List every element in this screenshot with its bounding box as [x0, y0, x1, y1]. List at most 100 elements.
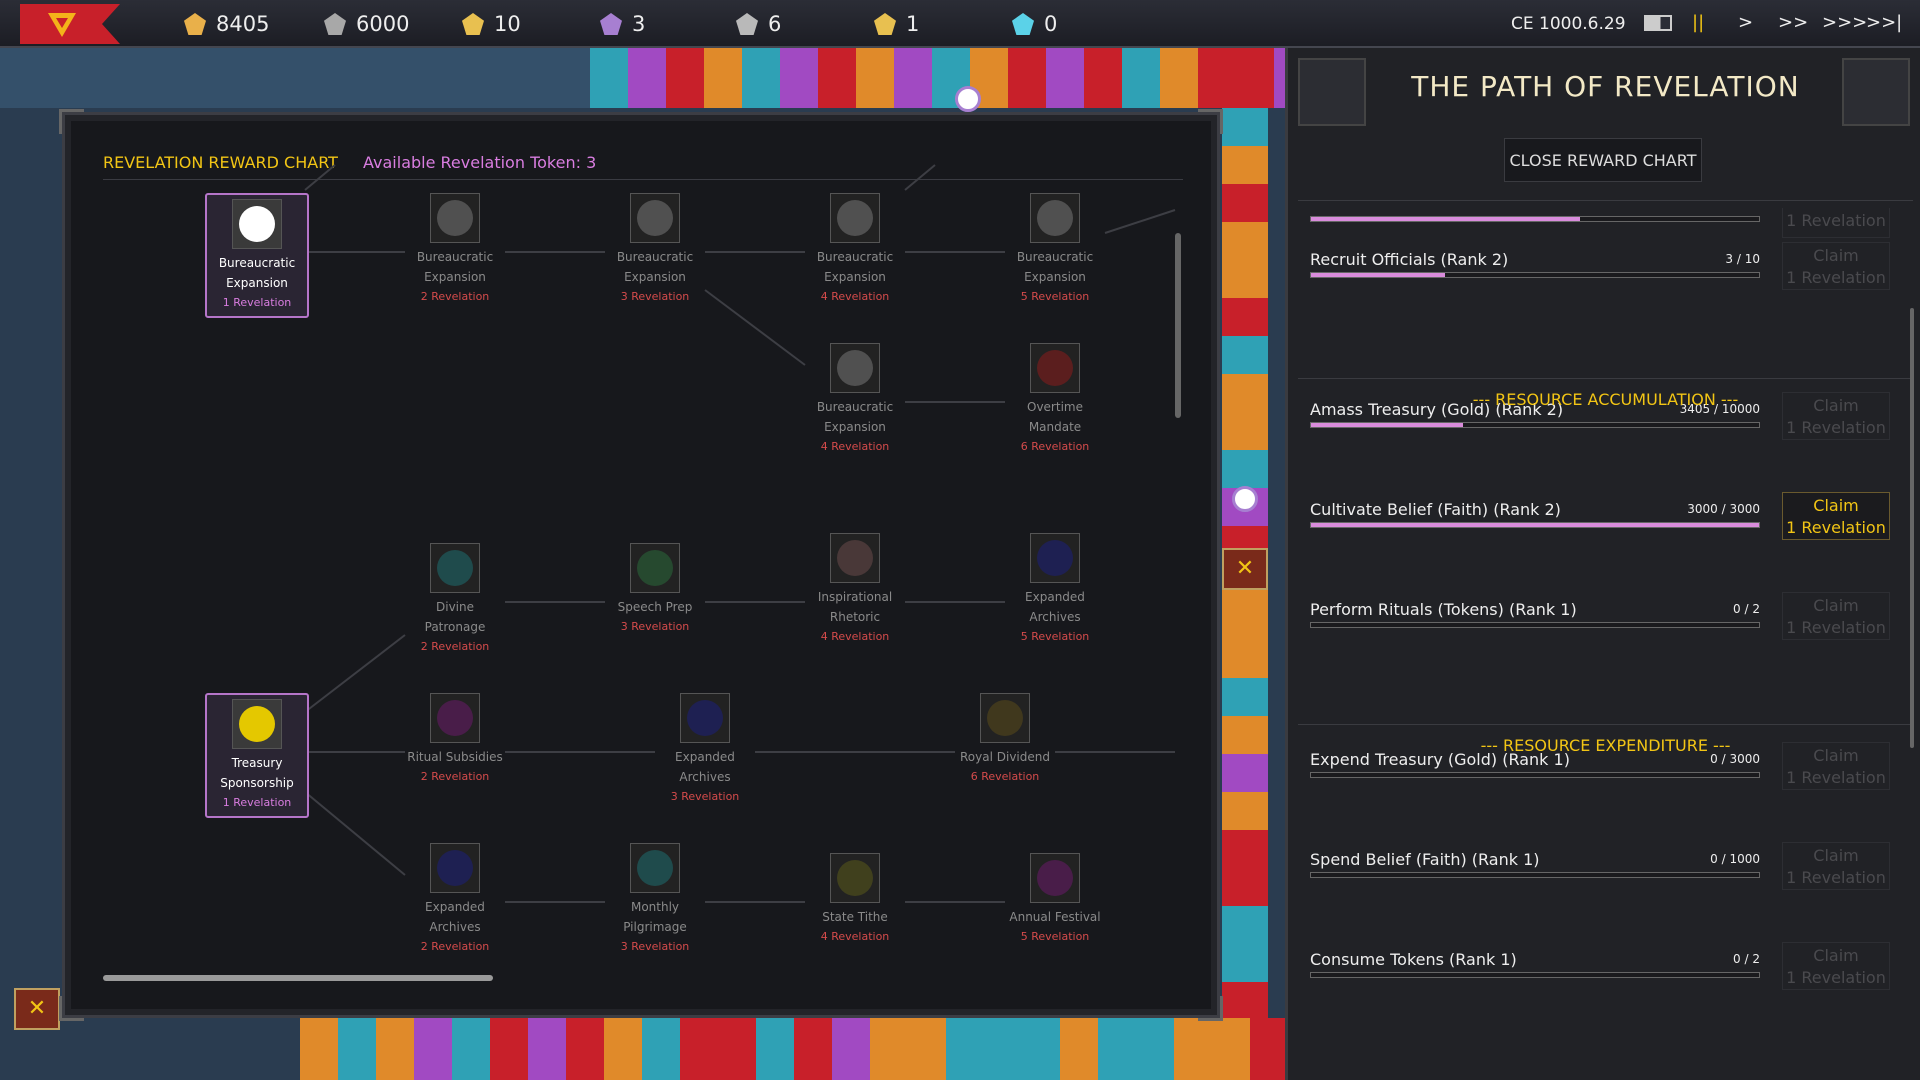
map-tile [742, 48, 780, 108]
vertical-scrollbar[interactable] [1175, 233, 1181, 418]
progress-bar [1310, 216, 1760, 222]
claim-button[interactable]: Claim 1 Revelation [1782, 242, 1890, 290]
reward-node-name: Bureaucratic Expansion [816, 400, 894, 434]
reward-node-name: Bureaucratic Expansion [218, 256, 296, 290]
map-tile [1222, 184, 1268, 222]
claim-button[interactable]: 1 Revelation [1782, 208, 1890, 238]
map-tile [1222, 336, 1268, 374]
gold-value: 8405 [216, 12, 270, 36]
reward-node[interactable]: Treasury Sponsorship 1 Revelation [205, 693, 309, 818]
map-tile [1222, 792, 1268, 830]
reward-node[interactable]: Bureaucratic Expansion 5 Revelation [1005, 193, 1105, 307]
reward-node-icon [830, 853, 880, 903]
reward-node[interactable]: Inspirational Rhetoric 4 Revelation [805, 533, 905, 647]
map-tile [1160, 48, 1198, 108]
map-tile [528, 1018, 566, 1080]
reward-node[interactable]: Annual Festival 5 Revelation [1005, 853, 1105, 947]
resource-diamond-wing: 0 [1012, 10, 1057, 38]
horizontal-scrollbar[interactable] [103, 975, 493, 981]
reward-node[interactable]: Expanded Archives 5 Revelation [1005, 533, 1105, 647]
speed-toggle-icon[interactable] [1644, 15, 1672, 31]
reward-node[interactable]: Bureaucratic Expansion 3 Revelation [605, 193, 705, 307]
claim-reward: 1 Revelation [1786, 268, 1886, 287]
pause-button[interactable]: || [1692, 12, 1704, 33]
reward-node-name: Bureaucratic Expansion [616, 250, 694, 284]
reward-node[interactable]: Bureaucratic Expansion 4 Revelation [805, 343, 905, 457]
reward-node-cost: 4 Revelation [820, 440, 890, 453]
reward-node-icon [1030, 533, 1080, 583]
reward-node[interactable]: Expanded Archives 2 Revelation [405, 843, 505, 957]
reward-node[interactable]: Bureaucratic Expansion 4 Revelation [805, 193, 905, 307]
reward-node-name: Annual Festival [1009, 910, 1101, 924]
close-reward-chart-button[interactable]: CLOSE REWARD CHART [1504, 138, 1702, 182]
map-tile [1236, 48, 1274, 108]
reward-node[interactable]: Speech Prep 3 Revelation [605, 543, 705, 637]
reward-node-icon [680, 693, 730, 743]
reward-node-cost: 2 Revelation [420, 290, 490, 303]
task-name: Perform Rituals (Tokens) (Rank 1) [1310, 600, 1577, 619]
progress-bar [1310, 422, 1760, 428]
reward-node[interactable]: Bureaucratic Expansion 1 Revelation [205, 193, 309, 318]
reward-node[interactable]: Royal Dividend 6 Revelation [955, 693, 1055, 787]
army-unit-icon[interactable]: ✕ [1222, 548, 1268, 590]
map-tile [666, 48, 704, 108]
reward-node-cost: 4 Revelation [820, 930, 890, 943]
claim-label: Claim [1813, 496, 1859, 515]
faith-token-value: 3 [632, 12, 646, 36]
reward-node-name: State Tithe [822, 910, 888, 924]
reward-node[interactable]: Expanded Archives 3 Revelation [655, 693, 755, 807]
map-tile [566, 1018, 604, 1080]
reward-node-icon [830, 343, 880, 393]
claim-button[interactable]: Claim 1 Revelation [1782, 842, 1890, 890]
map-tile [1174, 1018, 1212, 1080]
map-tile [1046, 48, 1084, 108]
reward-node-name: Bureaucratic Expansion [816, 250, 894, 284]
speed-2-button[interactable]: >> [1778, 12, 1808, 33]
map-tile [1222, 222, 1268, 260]
reward-node[interactable]: Monthly Pilgrimage 3 Revelation [605, 843, 705, 957]
task-name: Consume Tokens (Rank 1) [1310, 950, 1517, 969]
claim-button[interactable]: Claim 1 Revelation [1782, 942, 1890, 990]
progress-bar [1310, 622, 1760, 628]
reward-node-icon [830, 533, 880, 583]
claim-reward: 1 Revelation [1786, 768, 1886, 787]
map-tile [1222, 450, 1268, 488]
map-marker-icon[interactable] [955, 86, 981, 112]
map-tile [1222, 906, 1268, 944]
reward-node-name: Expanded Archives [675, 750, 735, 784]
progress-bar [1310, 872, 1760, 878]
map-tile [376, 1018, 414, 1080]
reward-node-icon [430, 543, 480, 593]
reward-node[interactable]: Divine Patronage 2 Revelation [405, 543, 505, 657]
claim-button[interactable]: Claim 1 Revelation [1782, 492, 1890, 540]
reward-node-name: Speech Prep [617, 600, 693, 614]
diamond-wing-icon [1012, 13, 1034, 35]
progress-fill [1311, 273, 1446, 277]
claim-button[interactable]: Claim 1 Revelation [1782, 592, 1890, 640]
reward-node[interactable]: Ritual Subsidies 2 Revelation [405, 693, 505, 787]
map-tile [1222, 754, 1268, 792]
resource-faith-token: 3 [600, 10, 645, 38]
gold-pile-icon [184, 13, 206, 35]
reward-node-icon [630, 843, 680, 893]
map-marker-icon[interactable] [1232, 486, 1258, 512]
speed-1-button[interactable]: > [1738, 12, 1753, 33]
reward-node-name: Bureaucratic Expansion [416, 250, 494, 284]
reward-node-cost: 2 Revelation [420, 640, 490, 653]
reward-node[interactable]: Bureaucratic Expansion 2 Revelation [405, 193, 505, 307]
reward-node[interactable]: Overtime Mandate 6 Revelation [1005, 343, 1105, 457]
map-tile [1060, 1018, 1098, 1080]
faction-emblem-icon[interactable] [20, 4, 120, 44]
reward-node-cost: 2 Revelation [420, 940, 490, 953]
claim-label: Claim [1813, 846, 1859, 865]
panel-scrollbar[interactable] [1910, 308, 1914, 748]
reward-node-icon [1030, 343, 1080, 393]
speed-3-button[interactable]: >>> [1822, 12, 1867, 33]
progress-fill [1311, 423, 1464, 427]
map-tile [1222, 412, 1268, 450]
skip-button[interactable]: >>| [1866, 12, 1902, 33]
reward-node-name: Overtime Mandate [1027, 400, 1083, 434]
army-unit-icon[interactable]: ✕ [14, 988, 60, 1030]
reward-node[interactable]: State Tithe 4 Revelation [805, 853, 905, 947]
map-tile [832, 1018, 870, 1080]
